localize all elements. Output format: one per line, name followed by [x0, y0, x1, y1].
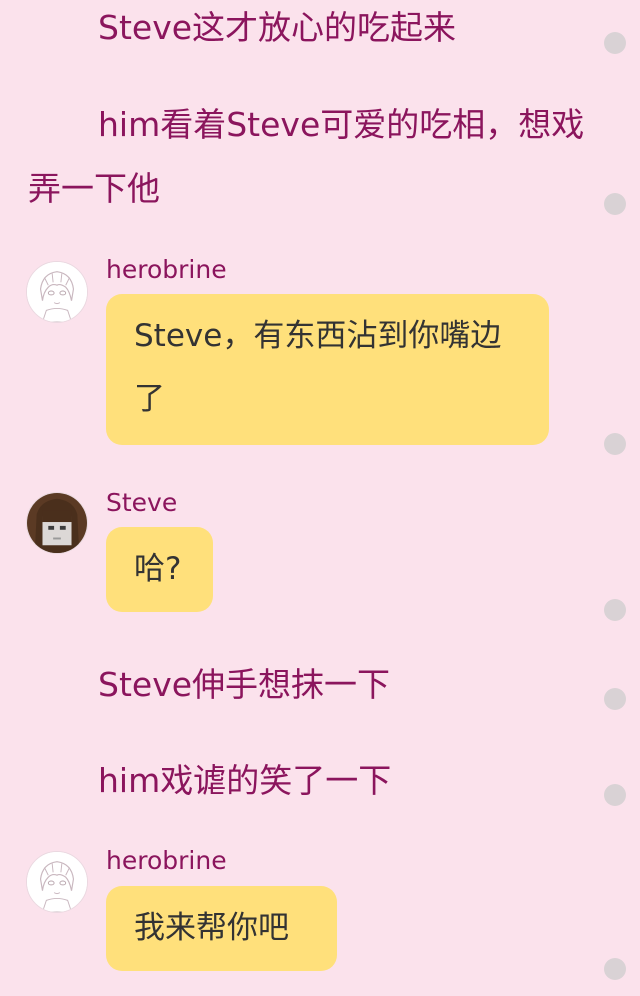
narration-line: Steve伸手想抹一下	[98, 665, 391, 704]
story-chat-page[interactable]: Steve这才放心的吃起来 him看着Steve可爱的吃相，想戏弄一下他 her…	[0, 0, 640, 996]
comment-dot-icon[interactable]	[604, 688, 626, 710]
chat-bubble[interactable]: 哈?	[106, 527, 213, 612]
narration-line: him看着Steve可爱的吃相，想戏弄一下他	[28, 105, 585, 208]
steve-avatar-icon[interactable]	[26, 492, 88, 554]
narration-line: him戏谑的笑了一下	[98, 761, 392, 800]
herobrine-avatar-icon[interactable]	[26, 261, 88, 323]
chat-bubble[interactable]: 我来帮你吧	[106, 886, 337, 971]
speaker-name: herobrine	[106, 255, 227, 284]
comment-dot-icon[interactable]	[604, 599, 626, 621]
comment-dot-icon[interactable]	[604, 193, 626, 215]
comment-dot-icon[interactable]	[604, 784, 626, 806]
speaker-name: Steve	[106, 488, 178, 517]
chat-bubble[interactable]: Steve，有东西沾到你嘴边了	[106, 294, 549, 445]
narration-line: Steve这才放心的吃起来	[98, 8, 457, 47]
herobrine-avatar-icon[interactable]	[26, 851, 88, 913]
comment-dot-icon[interactable]	[604, 433, 626, 455]
chat-bubble-text: 哈?	[134, 551, 182, 587]
speaker-name: herobrine	[106, 846, 227, 875]
chat-bubble-text: 我来帮你吧	[134, 910, 289, 946]
comment-dot-icon[interactable]	[604, 32, 626, 54]
chat-bubble-text: Steve，有东西沾到你嘴边了	[134, 318, 502, 417]
comment-dot-icon[interactable]	[604, 958, 626, 980]
